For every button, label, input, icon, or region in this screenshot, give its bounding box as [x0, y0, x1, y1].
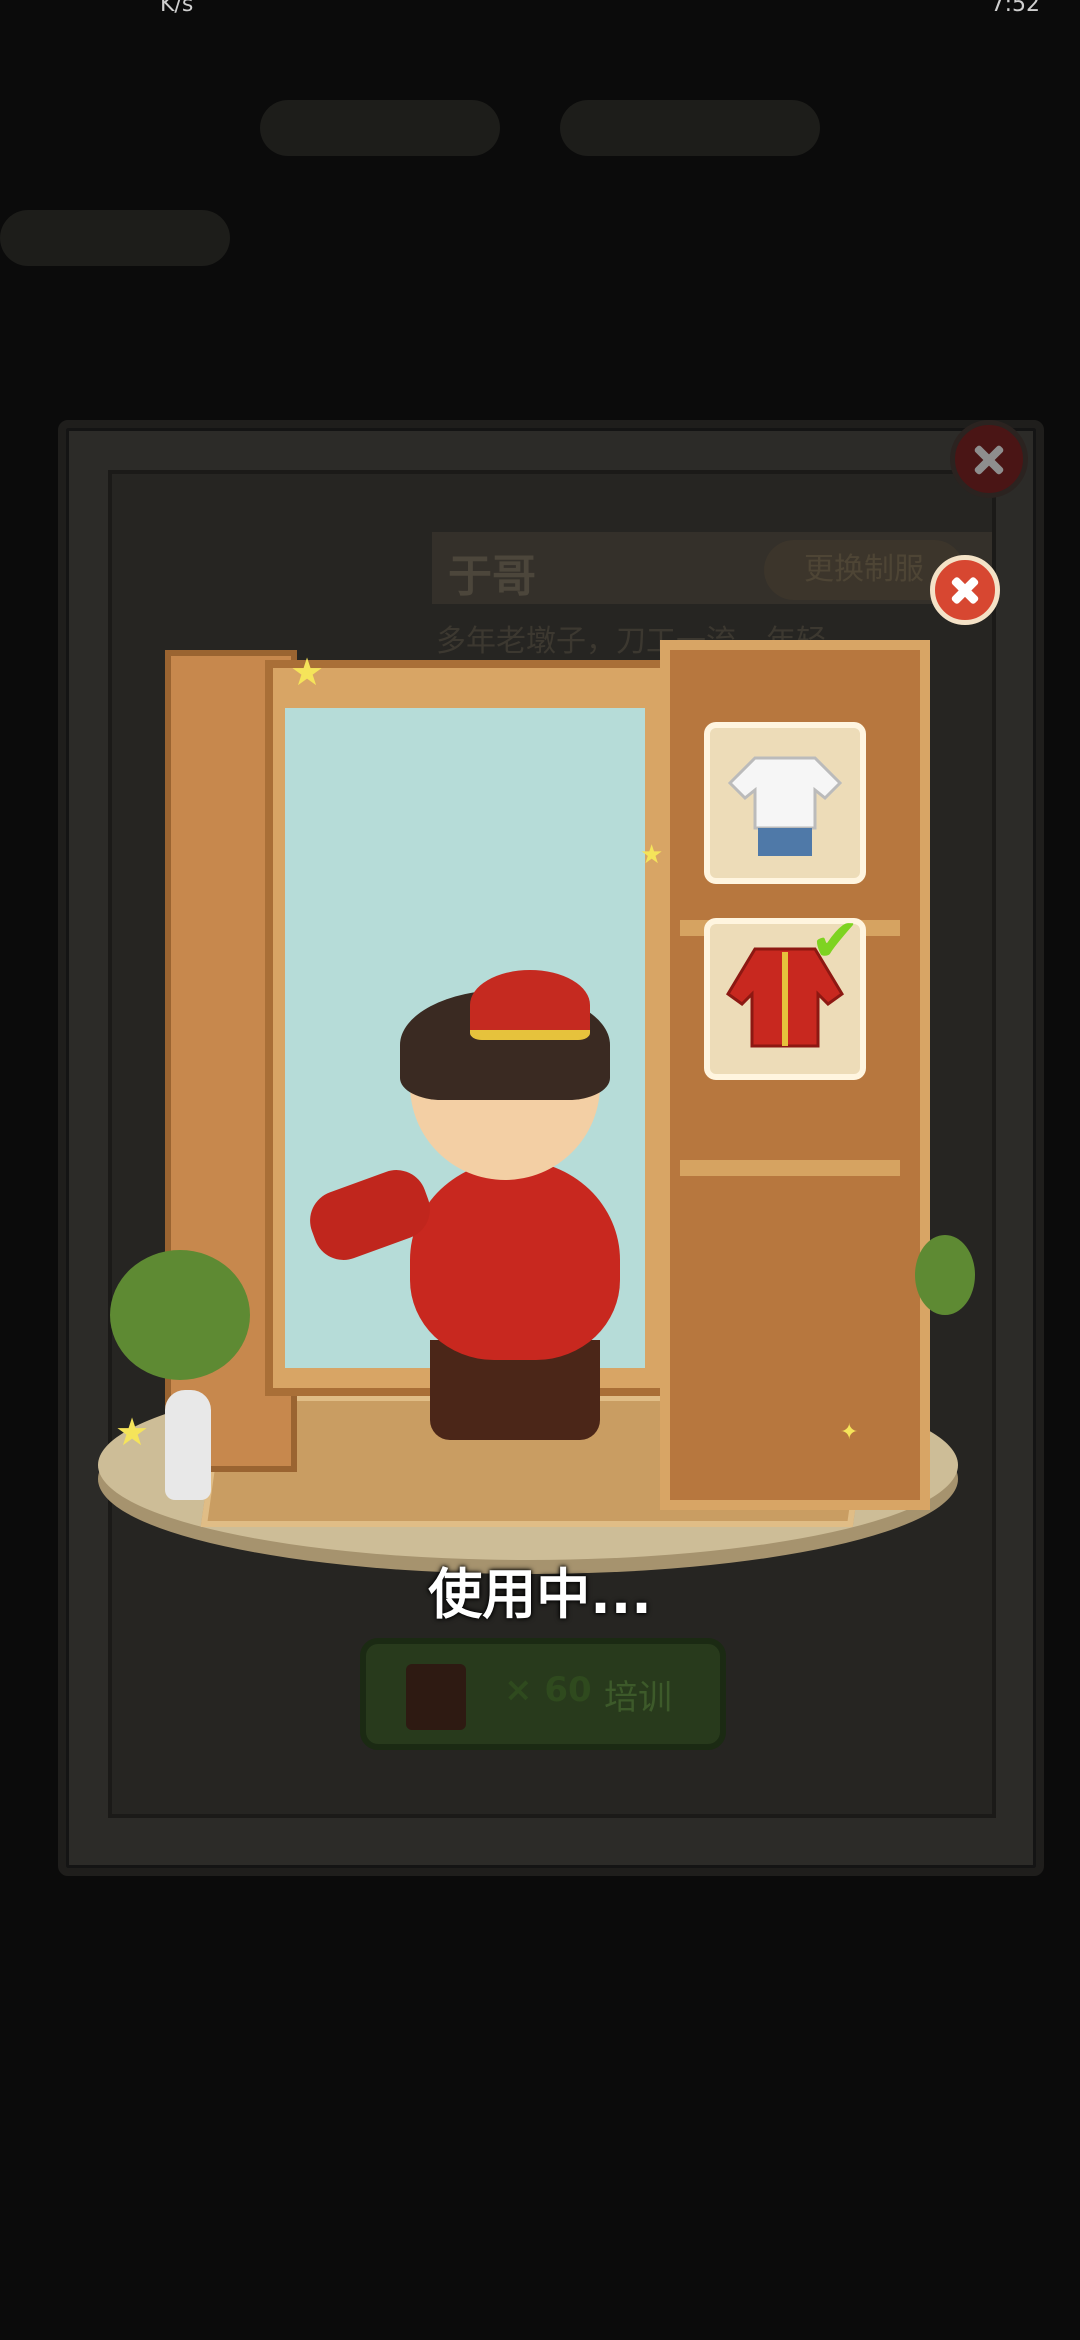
- currency-pill: [260, 100, 500, 156]
- train-button[interactable]: × 60 培训: [360, 1638, 726, 1750]
- clock: 7:52: [990, 0, 1040, 17]
- level-pill: [0, 210, 230, 266]
- white-shirt-icon: [727, 756, 843, 856]
- outfit-slot-white-shirt[interactable]: [704, 722, 866, 884]
- sparkle-icon: ★: [115, 1410, 150, 1454]
- vase-left: [165, 1390, 211, 1500]
- bottom-nav: [0, 2150, 1080, 2270]
- close-wardrobe-button[interactable]: [930, 555, 1000, 625]
- plant-left: [110, 1250, 250, 1380]
- sparkle-icon: ★: [640, 840, 664, 870]
- train-label: 培训: [604, 1678, 672, 1718]
- sparkle-icon: ✦: [840, 1420, 859, 1445]
- plant-right: [915, 1235, 975, 1315]
- status-bar: K/s 7:52: [0, 0, 1080, 22]
- selected-check-icon: ✔: [810, 906, 861, 976]
- train-cost: × 60: [504, 1670, 592, 1710]
- outfit-status-text: 使用中...: [428, 1563, 652, 1626]
- shelf: [680, 1160, 900, 1176]
- character-name: 于哥: [448, 551, 536, 602]
- character-body: [410, 1160, 620, 1360]
- network-speed: K/s: [160, 0, 194, 17]
- background-hud: [0, 60, 1080, 300]
- character-hat: [470, 970, 590, 1040]
- close-card-button[interactable]: [950, 420, 1028, 498]
- sparkle-icon: ★: [290, 650, 325, 694]
- book-icon: [406, 1664, 466, 1730]
- currency-pill: [560, 100, 820, 156]
